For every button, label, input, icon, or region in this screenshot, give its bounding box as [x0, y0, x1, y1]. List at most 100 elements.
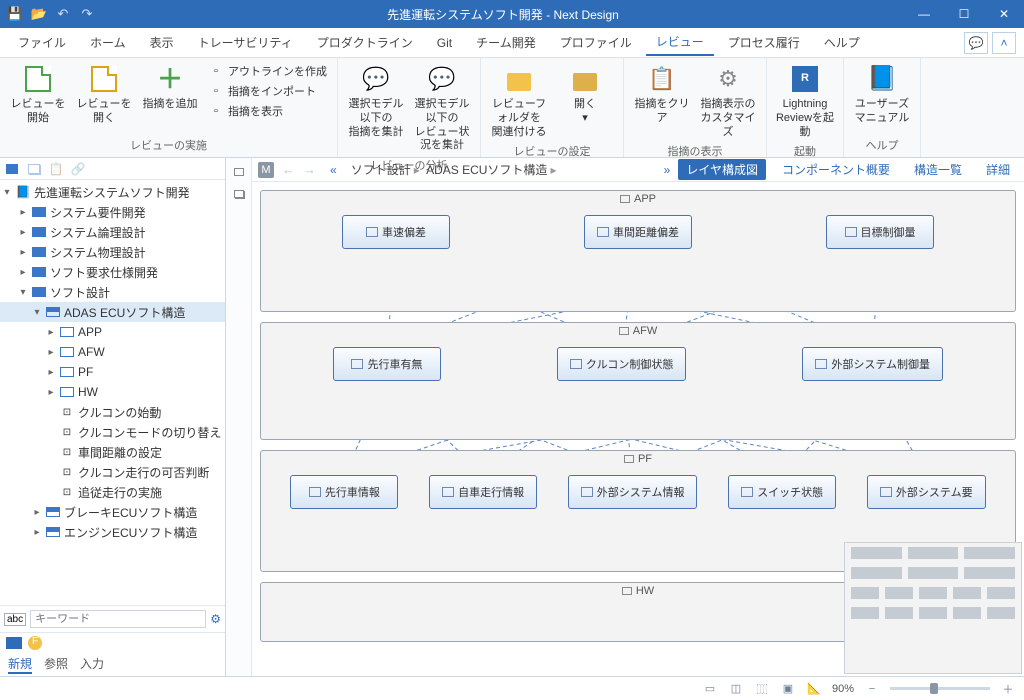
view-component-summary[interactable]: コンポーネント概要: [774, 159, 898, 180]
agg-findings-below[interactable]: 💬選択モデル以下の指摘を集計: [344, 60, 408, 141]
customize-finding-display[interactable]: ⚙指摘表示のカスタマイズ: [696, 60, 760, 141]
status-bar: ▭ ◫ ⿲ ▣ 📐 90% − ＋: [0, 676, 1024, 700]
tree-link-icon[interactable]: 🔗: [70, 161, 86, 177]
block[interactable]: スイッチ状態: [728, 475, 836, 509]
block[interactable]: 外部システム要: [867, 475, 986, 509]
block[interactable]: 車速偏差: [342, 215, 450, 249]
tree-root[interactable]: ▾📘 先進運転システムソフト開発: [0, 182, 225, 202]
status-pane1-icon[interactable]: ▭: [702, 681, 718, 697]
tree-node[interactable]: ▸システム物理設計: [0, 242, 225, 262]
view-structure-list[interactable]: 構造一覧: [906, 159, 970, 180]
tree-node[interactable]: ▸PF: [0, 362, 225, 382]
tree-tab-input[interactable]: 入力: [80, 655, 104, 674]
tree-body[interactable]: ▾📘 先進運転システムソフト開発 ▸システム要件開発▸システム論理設計▸システム…: [0, 180, 225, 605]
tree-node[interactable]: ▸ブレーキECUソフト構造: [0, 502, 225, 522]
zoom-slider[interactable]: [890, 687, 990, 690]
block[interactable]: クルコン制御状態: [557, 347, 686, 381]
nav-back-icon[interactable]: ←: [282, 162, 295, 177]
gutter-stack-icon[interactable]: [230, 186, 248, 202]
layer-afw[interactable]: AFW先行車有無クルコン制御状態外部システム制御量: [260, 322, 1016, 440]
tree-tab-new[interactable]: 新規: [8, 655, 32, 674]
menu-file[interactable]: ファイル: [8, 30, 76, 55]
tab-icon-ref[interactable]: F: [28, 636, 42, 650]
save-icon[interactable]: 💾: [6, 5, 24, 23]
block[interactable]: 自車走行情報: [429, 475, 537, 509]
menu-view[interactable]: 表示: [140, 30, 184, 55]
tree-node[interactable]: ▸システム論理設計: [0, 222, 225, 242]
tree-search: abc ⚙: [0, 605, 225, 632]
undo-icon[interactable]: ↶: [54, 5, 72, 23]
tree-copy-icon[interactable]: [26, 161, 42, 177]
close-button[interactable]: ✕: [984, 0, 1024, 28]
menu-review[interactable]: レビュー: [646, 29, 714, 56]
open-review[interactable]: レビューを開く: [72, 60, 136, 128]
collapse-ribbon-icon[interactable]: ˄: [992, 32, 1016, 54]
open[interactable]: 開く▾: [553, 60, 617, 128]
show-findings[interactable]: ▫指摘を表示: [204, 102, 331, 120]
tree-paste-icon[interactable]: 📋: [48, 161, 64, 177]
model-badge: M: [258, 162, 274, 178]
menu-traceability[interactable]: トレーサビリティ: [188, 30, 303, 55]
tree-mode-icon[interactable]: [4, 161, 20, 177]
zoom-in-icon[interactable]: ＋: [1000, 681, 1016, 697]
tree-node[interactable]: ▸エンジンECUソフト構造: [0, 522, 225, 542]
clear-findings[interactable]: 📋指摘をクリア: [630, 60, 694, 128]
block[interactable]: 先行車有無: [333, 347, 441, 381]
menu-git[interactable]: Git: [427, 32, 462, 54]
create-outline[interactable]: ▫アウトラインを作成: [204, 62, 331, 80]
menu-help[interactable]: ヘルプ: [814, 30, 870, 55]
agg-status-below[interactable]: 💬選択モデル以下のレビュー状況を集計: [410, 60, 474, 155]
block[interactable]: 外部システム制御量: [802, 347, 943, 381]
tree-node[interactable]: ⊡クルコン走行の可否判断: [0, 462, 225, 482]
breadcrumb[interactable]: ソフト設計▸ ADAS ECUソフト構造▸: [351, 161, 560, 178]
layer-app[interactable]: APP車速偏差車間距離偏差目標制御量: [260, 190, 1016, 312]
feedback-icon[interactable]: 💬: [964, 32, 988, 54]
tree-node[interactable]: ⊡車間距離の設定: [0, 442, 225, 462]
menu-team[interactable]: チーム開発: [466, 30, 546, 55]
gutter-layer-icon[interactable]: [230, 164, 248, 180]
tree-node[interactable]: ▾ADAS ECUソフト構造: [0, 302, 225, 322]
tree-node[interactable]: ▾ソフト設計: [0, 282, 225, 302]
menu-home[interactable]: ホーム: [80, 30, 136, 55]
tree-node[interactable]: ⊡クルコンの始動: [0, 402, 225, 422]
launch-lightning-review[interactable]: RLightningReviewを起動: [773, 60, 837, 141]
tree-node[interactable]: ⊡クルコンモードの切り替え: [0, 422, 225, 442]
zoom-out-icon[interactable]: −: [864, 681, 880, 697]
menu-profile[interactable]: プロファイル: [550, 30, 642, 55]
status-pane3-icon[interactable]: ⿲: [754, 681, 770, 697]
start-review[interactable]: レビューを開始: [6, 60, 70, 128]
tree-node[interactable]: ▸システム要件開発: [0, 202, 225, 222]
tree-search-input[interactable]: [30, 610, 206, 628]
redo-icon[interactable]: ↷: [78, 5, 96, 23]
maximize-button[interactable]: ☐: [944, 0, 984, 28]
add-finding[interactable]: ＋指摘を追加: [138, 60, 202, 114]
filter-icon[interactable]: ⚙: [210, 612, 221, 626]
tree-tab-ref[interactable]: 参照: [44, 655, 68, 674]
status-fit-icon[interactable]: ▣: [780, 681, 796, 697]
minimap[interactable]: [844, 542, 1022, 674]
import-findings[interactable]: ▫指摘をインポート: [204, 82, 331, 100]
view-layer-diagram[interactable]: レイヤ構成図: [678, 159, 766, 180]
status-ruler-icon[interactable]: 📐: [806, 681, 822, 697]
block[interactable]: 車間距離偏差: [584, 215, 692, 249]
link-review-folder[interactable]: レビューフォルダを関連付ける: [487, 60, 551, 141]
tree-node[interactable]: ⊡追従走行の実施: [0, 482, 225, 502]
status-pane2-icon[interactable]: ◫: [728, 681, 744, 697]
block[interactable]: 外部システム情報: [568, 475, 698, 509]
user-manual[interactable]: 📘ユーザーズマニュアル: [850, 60, 914, 128]
tree-node[interactable]: ▸AFW: [0, 342, 225, 362]
block[interactable]: 目標制御量: [826, 215, 934, 249]
window-title: 先進運転システムソフト開発 - Next Design: [102, 6, 904, 23]
menu-productline[interactable]: プロダクトライン: [307, 30, 423, 55]
menu-process[interactable]: プロセス履行: [718, 30, 810, 55]
tab-icon-new[interactable]: [6, 637, 22, 649]
tree-node[interactable]: ▸APP: [0, 322, 225, 342]
nav-fwd-icon[interactable]: →: [303, 162, 316, 177]
minimize-button[interactable]: ―: [904, 0, 944, 28]
view-detail[interactable]: 詳細: [978, 159, 1018, 180]
block[interactable]: 先行車情報: [290, 475, 398, 509]
open-icon[interactable]: 📂: [30, 5, 48, 23]
abc-icon[interactable]: abc: [4, 613, 26, 626]
tree-node[interactable]: ▸HW: [0, 382, 225, 402]
tree-node[interactable]: ▸ソフト要求仕様開発: [0, 262, 225, 282]
